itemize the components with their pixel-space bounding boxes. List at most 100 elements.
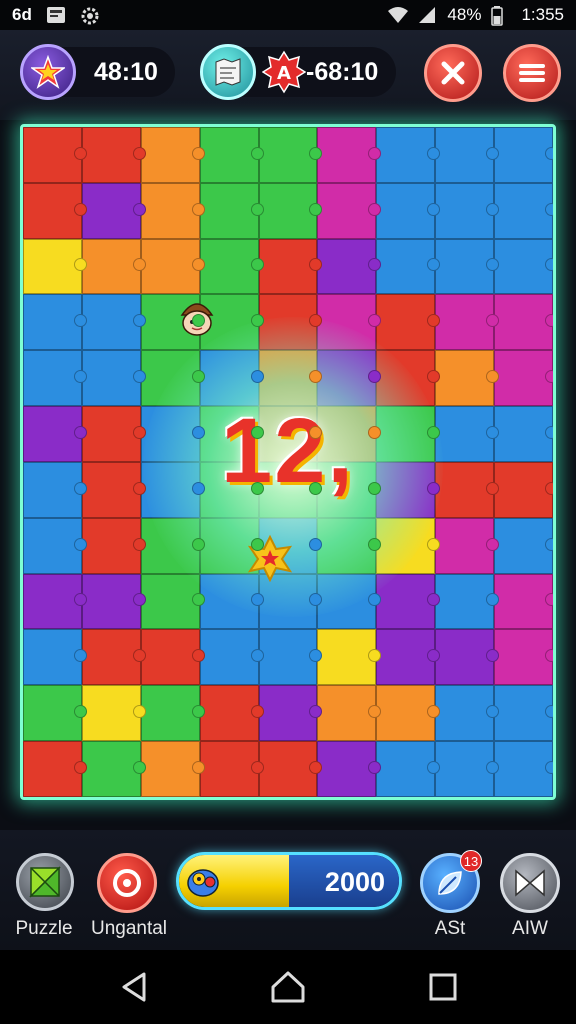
- puzzle-piece[interactable]: [81, 294, 146, 351]
- puzzle-piece[interactable]: [258, 685, 323, 742]
- top-bar: 48:10 -68:10 A: [0, 30, 576, 120]
- puzzle-piece[interactable]: [258, 629, 323, 686]
- puzzle-piece[interactable]: [494, 127, 553, 183]
- puzzle-piece[interactable]: [140, 350, 205, 407]
- puzzle-piece[interactable]: [494, 182, 553, 239]
- battery-percent: 48%: [447, 5, 482, 24]
- puzzle-piece[interactable]: [376, 629, 441, 686]
- puzzle-piece[interactable]: [317, 573, 382, 630]
- puzzle-board[interactable]: 12,: [20, 124, 556, 800]
- puzzle-piece[interactable]: [376, 238, 441, 295]
- puzzle-piece[interactable]: [317, 350, 382, 407]
- puzzle-piece[interactable]: [23, 685, 87, 742]
- star-button[interactable]: [20, 44, 76, 100]
- puzzle-piece[interactable]: [376, 685, 441, 742]
- puzzle-piece[interactable]: [376, 741, 441, 797]
- puzzle-piece[interactable]: [81, 182, 146, 239]
- puzzle-piece[interactable]: [258, 741, 323, 797]
- puzzle-piece[interactable]: [494, 741, 553, 797]
- puzzle-piece[interactable]: [81, 629, 146, 686]
- puzzle-piece[interactable]: [81, 573, 146, 630]
- puzzle-piece[interactable]: [140, 238, 205, 295]
- puzzle-piece[interactable]: [81, 741, 146, 797]
- puzzle-piece[interactable]: [376, 517, 441, 574]
- puzzle-piece[interactable]: [199, 182, 264, 239]
- puzzle-piece[interactable]: [494, 517, 553, 574]
- puzzle-piece[interactable]: [140, 685, 205, 742]
- puzzle-piece[interactable]: [258, 127, 323, 183]
- puzzle-piece[interactable]: [376, 127, 441, 183]
- puzzle-piece[interactable]: [199, 350, 264, 407]
- puzzle-piece[interactable]: [23, 741, 87, 797]
- puzzle-piece[interactable]: [317, 294, 382, 351]
- puzzle-piece[interactable]: [435, 685, 499, 742]
- puzzle-piece[interactable]: [199, 238, 264, 295]
- puzzle-piece[interactable]: [376, 350, 441, 407]
- puzzle-piece[interactable]: [140, 741, 205, 797]
- puzzle-piece[interactable]: [23, 182, 87, 239]
- puzzle-piece[interactable]: [435, 238, 499, 295]
- puzzle-piece[interactable]: [258, 294, 323, 351]
- puzzle-piece[interactable]: [199, 629, 264, 686]
- puzzle-piece[interactable]: [376, 182, 441, 239]
- puzzle-piece[interactable]: [376, 573, 441, 630]
- puzzle-piece[interactable]: [435, 182, 499, 239]
- puzzle-piece[interactable]: [140, 127, 205, 183]
- puzzle-piece[interactable]: [317, 741, 382, 797]
- back-icon[interactable]: [118, 970, 152, 1004]
- home-icon[interactable]: [270, 970, 306, 1004]
- star-icon: [31, 55, 65, 89]
- puzzle-piece[interactable]: [81, 685, 146, 742]
- puzzle-piece[interactable]: [435, 350, 499, 407]
- puzzle-piece[interactable]: [435, 573, 499, 630]
- puzzle-piece[interactable]: [494, 573, 553, 630]
- ungantal-button[interactable]: [97, 853, 157, 913]
- puzzle-piece[interactable]: [81, 127, 146, 183]
- puzzle-piece[interactable]: [494, 238, 553, 295]
- map-button[interactable]: [200, 44, 256, 100]
- puzzle-piece[interactable]: [258, 350, 323, 407]
- puzzle-piece[interactable]: [140, 629, 205, 686]
- puzzle-piece[interactable]: [435, 127, 499, 183]
- puzzle-piece[interactable]: [258, 238, 323, 295]
- puzzle-piece[interactable]: [258, 182, 323, 239]
- puzzle-piece[interactable]: [140, 573, 205, 630]
- puzzle-piece[interactable]: [317, 182, 382, 239]
- puzzle-piece[interactable]: [23, 238, 87, 295]
- puzzle-piece[interactable]: [81, 517, 146, 574]
- puzzle-piece[interactable]: [317, 685, 382, 742]
- puzzle-piece[interactable]: [199, 685, 264, 742]
- aiw-button[interactable]: [500, 853, 560, 913]
- puzzle-piece[interactable]: [199, 741, 264, 797]
- puzzle-piece[interactable]: [435, 294, 499, 351]
- puzzle-piece[interactable]: [494, 685, 553, 742]
- menu-button[interactable]: [503, 44, 561, 102]
- puzzle-piece[interactable]: [494, 294, 553, 351]
- puzzle-piece[interactable]: [23, 127, 87, 183]
- puzzle-piece[interactable]: [140, 182, 205, 239]
- puzzle-piece[interactable]: [199, 127, 264, 183]
- puzzle-piece[interactable]: [23, 517, 87, 574]
- puzzle-piece[interactable]: [435, 741, 499, 797]
- puzzle-button[interactable]: [16, 853, 74, 911]
- center-number: 12,: [221, 400, 355, 502]
- puzzle-piece[interactable]: [23, 573, 87, 630]
- puzzle-piece[interactable]: [23, 294, 87, 351]
- puzzle-piece[interactable]: [81, 350, 146, 407]
- puzzle-piece[interactable]: [317, 517, 382, 574]
- puzzle-piece[interactable]: [435, 629, 499, 686]
- puzzle-piece[interactable]: [23, 629, 87, 686]
- puzzle-piece[interactable]: [376, 294, 441, 351]
- puzzle-piece[interactable]: [494, 350, 553, 407]
- puzzle-piece[interactable]: [494, 629, 553, 686]
- puzzle-piece[interactable]: [317, 629, 382, 686]
- puzzle-piece[interactable]: [435, 517, 499, 574]
- puzzle-piece[interactable]: [140, 517, 205, 574]
- puzzle-piece[interactable]: [23, 350, 87, 407]
- puzzle-piece[interactable]: [317, 127, 382, 183]
- puzzle-piece[interactable]: [81, 238, 146, 295]
- close-button[interactable]: [424, 44, 482, 102]
- puzzle-piece[interactable]: [317, 238, 382, 295]
- recents-icon[interactable]: [428, 972, 458, 1002]
- timer-value: 48:10: [94, 57, 158, 86]
